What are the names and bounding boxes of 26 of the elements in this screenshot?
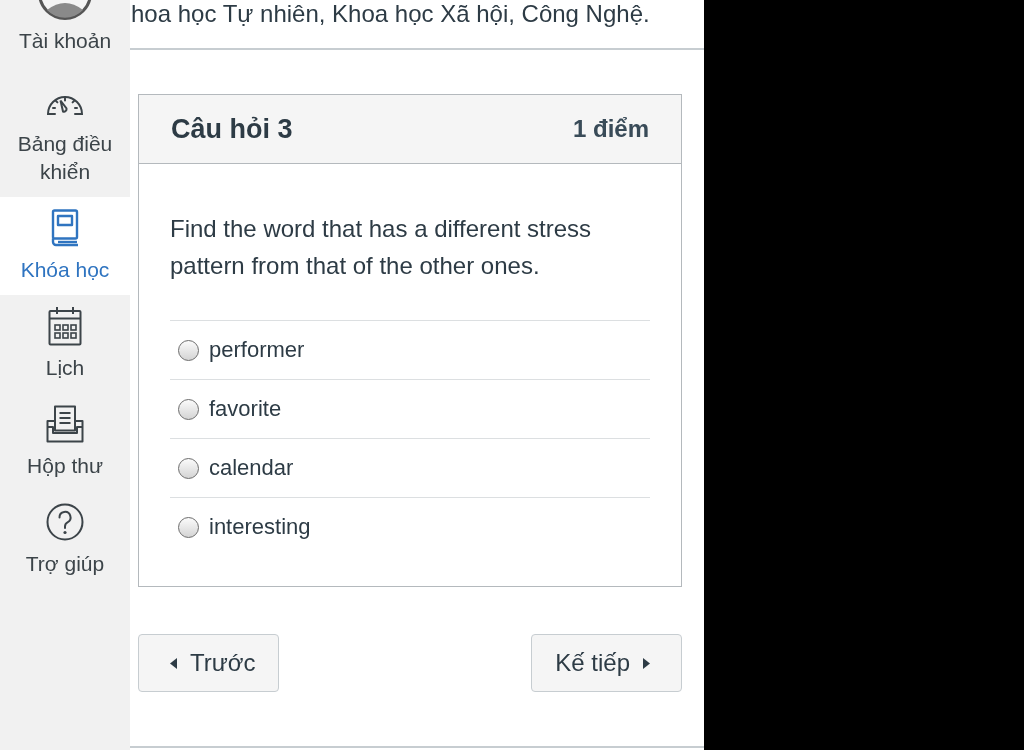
sidebar-item[interactable]: Khóa học — [0, 197, 130, 295]
sidebar-item[interactable]: Bảng điều khiển — [0, 71, 130, 197]
question-points: 1 điểm — [572, 115, 649, 143]
answer-label[interactable]: favorite — [209, 396, 282, 422]
description-text: hoa học Tự nhiên, Khoa học Xã hội, Công Nghệ. — [130, 0, 651, 28]
account-link[interactable]: Tài khoản — [0, 0, 130, 71]
calendar-icon — [48, 306, 82, 346]
answer-label[interactable]: interesting — [209, 514, 311, 540]
question-text: Find the word that has a different stress pattern from that of the other ones. — [170, 214, 593, 281]
caret-left-icon — [170, 657, 177, 669]
answer-label[interactable]: calendar — [209, 455, 294, 481]
caret-right-icon — [643, 657, 650, 669]
radio-button[interactable] — [178, 457, 199, 479]
question-title: Câu hỏi 3 — [171, 113, 293, 145]
next-button[interactable]: Kế tiếp — [531, 634, 682, 692]
sidebar-item[interactable]: Hộp thư — [0, 393, 130, 491]
radio-button[interactable] — [178, 339, 199, 361]
radio-button[interactable] — [178, 516, 199, 538]
inbox-icon — [45, 405, 85, 443]
sidebar-item[interactable]: Trợ giúp — [0, 491, 130, 589]
book-icon — [50, 209, 80, 247]
answer-label[interactable]: performer — [209, 337, 305, 363]
sidebar-item[interactable]: Lịch — [0, 295, 130, 393]
radio-button[interactable] — [178, 398, 199, 420]
previous-button[interactable]: Trước — [138, 634, 279, 692]
help-icon — [46, 503, 84, 541]
